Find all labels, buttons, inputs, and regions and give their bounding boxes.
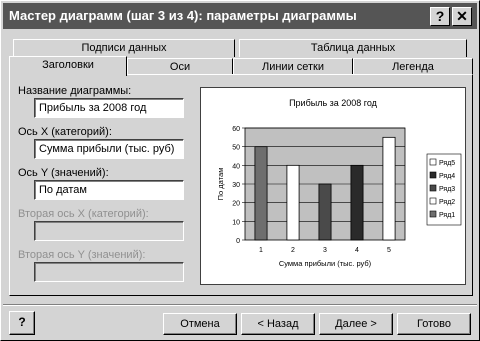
y-tick-label: 10 xyxy=(232,219,240,226)
tab-data-labels[interactable]: Подписи данных xyxy=(13,39,235,57)
bar xyxy=(382,136,396,241)
legend-entry: Ряд1 xyxy=(439,212,455,219)
y-axis-label: Ось Y (значений): xyxy=(18,167,109,179)
secondary-y-axis-input xyxy=(34,262,184,282)
secondary-x-axis-label: Вторая ось X (категорий): xyxy=(18,208,149,220)
bar xyxy=(350,164,364,241)
legend-swatch xyxy=(429,184,437,192)
x-tick-label: 3 xyxy=(323,247,327,254)
y-axis-title: По датам xyxy=(216,168,225,201)
legend-entry: Ряд2 xyxy=(439,199,455,206)
bar-chart: Прибыль за 2008 год 0 10 20 30 40 50 60 1 2 3 4 5 Сум… xyxy=(216,98,462,268)
help-icon[interactable]: ? xyxy=(430,7,450,26)
legend-entry: Ряд4 xyxy=(439,173,455,180)
bar xyxy=(286,164,300,241)
legend-entry: Ряд5 xyxy=(439,160,455,167)
title-bar: Мастер диаграмм (шаг 3 из 4): параметры … xyxy=(3,3,477,29)
tab-data-table[interactable]: Таблица данных xyxy=(239,39,467,57)
y-tick-label: 60 xyxy=(232,126,240,133)
x-tick-label: 1 xyxy=(259,247,263,254)
y-tick-label: 40 xyxy=(232,163,240,170)
finish-button[interactable]: Готово xyxy=(397,313,471,335)
y-tick-label: 20 xyxy=(232,201,240,208)
legend-entry: Ряд3 xyxy=(439,186,455,193)
window-title: Мастер диаграмм (шаг 3 из 4): параметры … xyxy=(9,8,357,23)
tab-titles[interactable]: Заголовки xyxy=(9,56,127,76)
x-axis-title: Сумма прибыли (тыс. руб) xyxy=(279,259,372,268)
chart-preview: Прибыль за 2008 год 0 10 20 30 40 50 60 1 2 3 4 5 Сум… xyxy=(200,87,466,285)
y-axis-input[interactable]: По датам xyxy=(34,180,184,200)
chart-title: Прибыль за 2008 год xyxy=(289,98,378,108)
chart-wizard-dialog: Мастер диаграмм (шаг 3 из 4): параметры … xyxy=(0,0,480,341)
x-axis-label: Ось X (категорий): xyxy=(18,126,112,138)
y-tick-label: 30 xyxy=(232,182,240,189)
secondary-x-axis-input xyxy=(34,221,184,241)
x-tick-label: 4 xyxy=(355,247,359,254)
next-button[interactable]: Далее > xyxy=(319,313,393,335)
chart-title-input[interactable]: Прибыль за 2008 год xyxy=(34,98,184,118)
help-button[interactable]: ? xyxy=(9,311,35,335)
legend-swatch xyxy=(429,197,437,205)
x-tick-label: 2 xyxy=(291,247,295,254)
back-button[interactable]: < Назад xyxy=(241,313,315,335)
close-icon[interactable]: ✕ xyxy=(452,7,472,26)
footer-separator xyxy=(3,304,477,306)
y-tick-label: 50 xyxy=(232,145,240,152)
legend-swatch xyxy=(429,210,437,218)
chart-title-label: Название диаграммы: xyxy=(18,85,132,97)
titles-panel: Название диаграммы: Прибыль за 2008 год … xyxy=(9,74,473,296)
secondary-y-axis-label: Вторая ось Y (значений): xyxy=(18,249,146,261)
cancel-button[interactable]: Отмена xyxy=(163,313,237,335)
bar xyxy=(254,146,268,241)
x-tick-label: 5 xyxy=(387,247,391,254)
x-axis-input[interactable]: Сумма прибыли (тыс. руб) xyxy=(34,139,184,159)
legend-swatch xyxy=(429,158,437,166)
bar xyxy=(318,183,332,241)
y-tick-label: 0 xyxy=(236,238,240,245)
legend-swatch xyxy=(429,171,437,179)
